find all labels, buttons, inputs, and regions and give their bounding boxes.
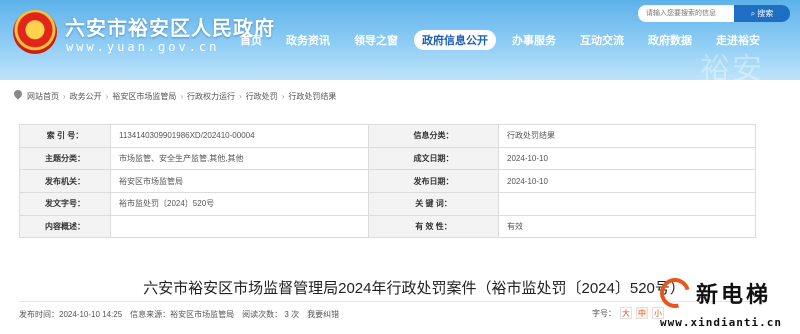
breadcrumb-item[interactable]: 政务公开 xyxy=(70,91,102,102)
info-category-value: 行政处罚结果 xyxy=(498,124,756,148)
topic-category-label: 主题分类： xyxy=(19,146,111,171)
breadcrumb-item[interactable]: 裕安区市场监管局 xyxy=(112,91,176,102)
nav-item-about-yuan[interactable]: 走进裕安 xyxy=(708,30,768,50)
nav-item-home[interactable]: 首页 xyxy=(232,30,270,50)
font-size-medium-button[interactable]: 中 xyxy=(636,307,648,319)
main-nav: 首页 政务资讯 领导之窗 政府信息公开 办事服务 互动交流 政府数据 走进裕安 xyxy=(232,30,776,50)
issuing-agency-label: 发布机关： xyxy=(19,169,111,194)
font-size-switcher: 字号： 大 中 小 xyxy=(592,307,664,319)
watermark-logo-icon xyxy=(654,272,696,314)
written-date-label: 成文日期： xyxy=(368,146,499,171)
validity-label: 有 效 性： xyxy=(368,214,499,239)
view-count-label: 阅读次数： xyxy=(242,310,283,319)
watermark-logo: 新电梯 xyxy=(654,272,772,314)
document-number-label: 发文字号： xyxy=(19,192,111,216)
summary-value xyxy=(110,214,369,239)
info-source: 信息来源：裕安区市场监管局 xyxy=(130,310,235,319)
keywords-value xyxy=(498,192,756,216)
search-button-label: 搜索 xyxy=(757,9,774,18)
nav-item-leaders[interactable]: 领导之窗 xyxy=(346,30,406,50)
nav-item-news[interactable]: 政务资讯 xyxy=(278,30,338,50)
breadcrumb: 网站首页 › 政务公开 › 裕安区市场监管局 › 行政权力运行 › 行政处罚 ›… xyxy=(13,88,336,104)
issuing-agency-value: 裕安区市场监管局 xyxy=(110,169,369,194)
nav-item-services[interactable]: 办事服务 xyxy=(504,30,564,50)
breadcrumb-item[interactable]: 网站首页 xyxy=(27,91,59,102)
breadcrumb-item[interactable]: 行政处罚 xyxy=(246,91,278,102)
index-number-value: 1134140309901986XD/202410-00004 xyxy=(110,124,369,148)
nav-item-interaction[interactable]: 互动交流 xyxy=(572,30,632,50)
nav-item-gov-info[interactable]: 政府信息公开 xyxy=(414,30,496,50)
watermark-text: 新电梯 xyxy=(696,283,772,308)
view-count-unit: 次 xyxy=(291,310,300,319)
search-button[interactable]: ⌕ 搜索 xyxy=(734,5,790,22)
written-date-value: 2024-10-10 xyxy=(498,146,756,171)
table-row: 发文字号： 裕市监处罚〔2024〕520号 关 键 词： xyxy=(19,192,756,216)
publish-date-value: 2024-10-10 xyxy=(498,169,756,194)
validity-value: 有效 xyxy=(498,214,756,239)
breadcrumb-separator: › xyxy=(105,91,109,101)
document-number-value: 裕市监处罚〔2024〕520号 xyxy=(110,192,369,216)
divider xyxy=(19,301,756,302)
keywords-label: 关 键 词： xyxy=(368,192,499,216)
table-row: 主题分类： 市场监管、安全生产监管,其他,其他 成文日期： 2024-10-10 xyxy=(19,146,756,171)
breadcrumb-separator: › xyxy=(180,91,184,101)
document-meta: 发布时间：2024-10-10 14:25 信息来源：裕安区市场监管局 阅读次数… xyxy=(19,309,339,320)
breadcrumb-separator: › xyxy=(281,91,285,101)
summary-label: 内容概述： xyxy=(19,214,111,239)
breadcrumb-separator: › xyxy=(239,91,242,101)
info-category-label: 信息分类： xyxy=(368,124,499,148)
view-count-value: 3 xyxy=(284,310,289,319)
search-box: ⌕ 搜索 xyxy=(638,5,790,22)
table-row: 索 引 号： 1134140309901986XD/202410-00004 信… xyxy=(19,124,756,148)
breadcrumb-item[interactable]: 行政权力运行 xyxy=(187,91,235,102)
index-number-label: 索 引 号： xyxy=(19,124,111,148)
site-header: 裕安 ★ 六安市裕安区人民政府 www.yuan.gov.cn ⌕ 搜索 首页 … xyxy=(0,0,800,80)
search-input[interactable] xyxy=(638,5,734,22)
publish-time: 发布时间：2024-10-10 14:25 xyxy=(19,310,123,319)
breadcrumb-item-current[interactable]: 行政处罚结果 xyxy=(288,91,336,102)
site-url: www.yuan.gov.cn xyxy=(66,40,220,54)
search-icon: ⌕ xyxy=(750,8,756,18)
watermark-url: www.xindianti.cn xyxy=(660,316,782,329)
breadcrumb-separator: › xyxy=(63,91,66,101)
font-size-large-button[interactable]: 大 xyxy=(620,307,632,319)
nav-item-gov-data[interactable]: 政府数据 xyxy=(640,30,700,50)
font-size-label: 字号： xyxy=(592,308,616,318)
document-info-table: 索 引 号： 1134140309901986XD/202410-00004 信… xyxy=(19,124,756,239)
national-emblem-icon: ★ xyxy=(13,10,57,54)
publish-date-label: 发布日期： xyxy=(368,169,499,194)
topic-category-value: 市场监管、安全生产监管,其他,其他 xyxy=(110,146,369,171)
view-count: 阅读次数： 3 次 xyxy=(242,309,299,320)
table-row: 内容概述： 有 效 性： 有效 xyxy=(19,214,756,239)
table-row: 发布机关： 裕安区市场监管局 发布日期： 2024-10-10 xyxy=(19,169,756,194)
report-error-link[interactable]: 我要纠错 xyxy=(307,309,339,320)
location-pin-icon xyxy=(13,90,23,102)
